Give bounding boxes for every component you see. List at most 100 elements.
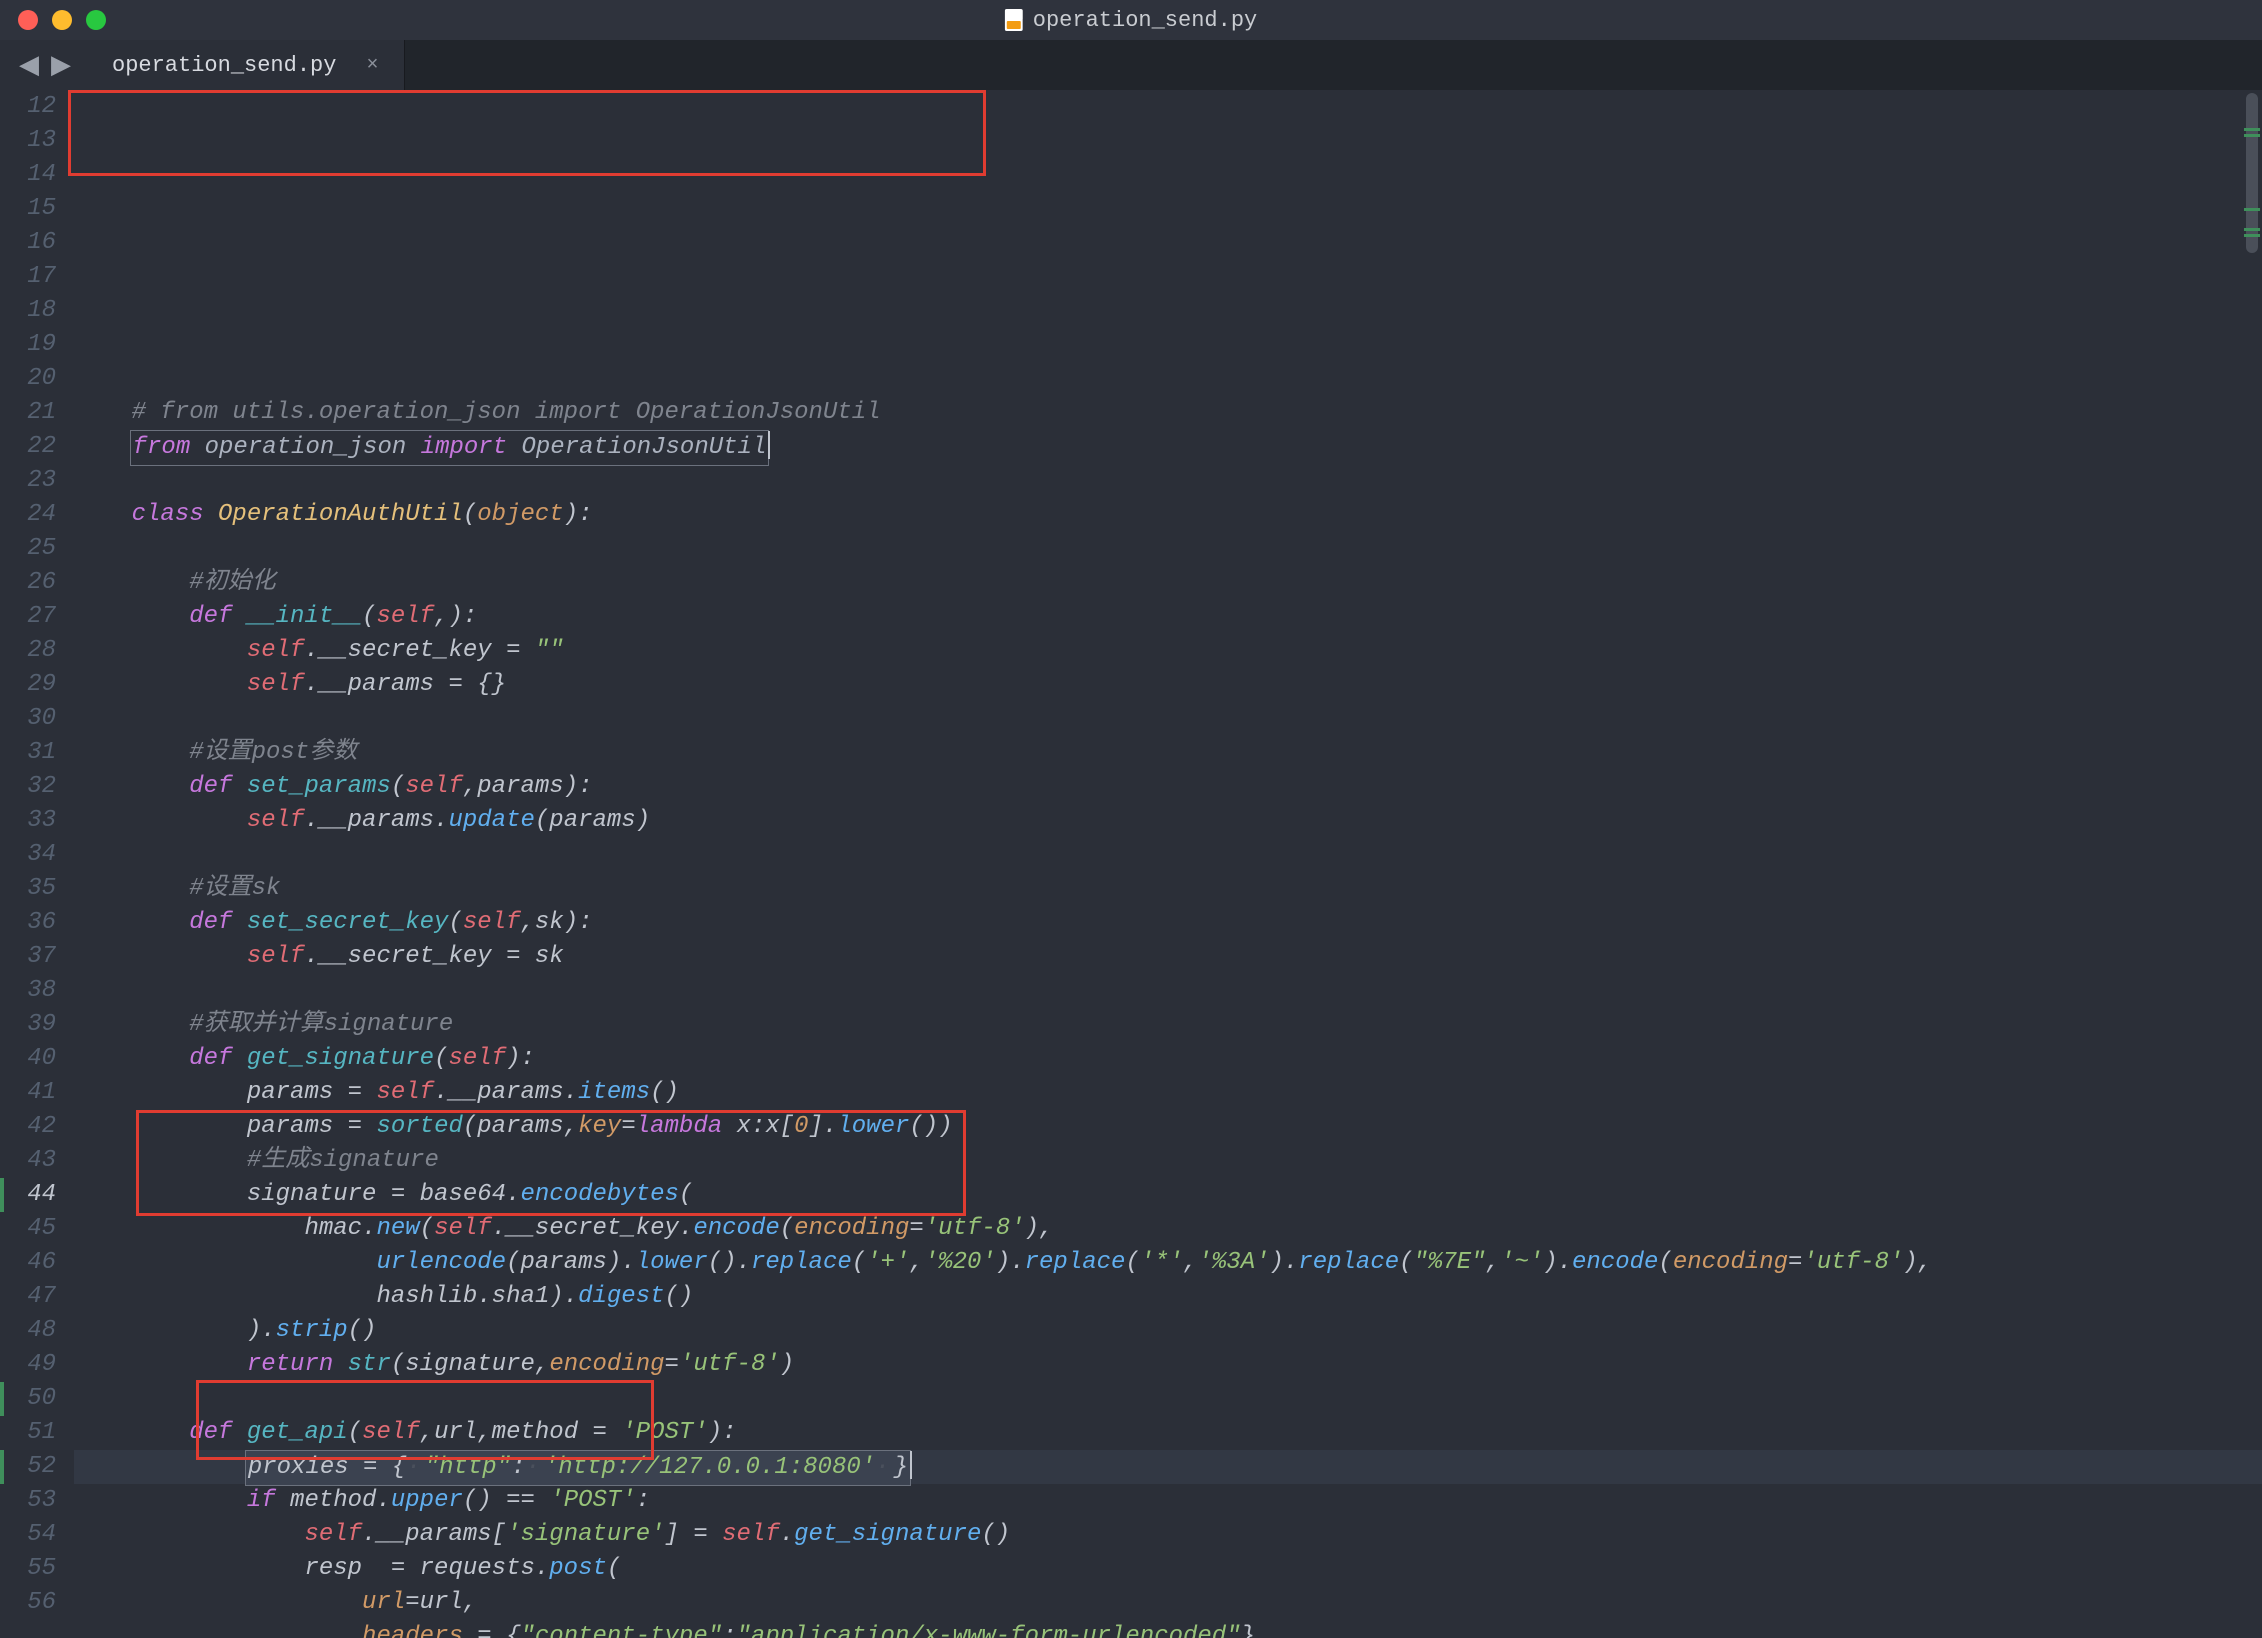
line-number: 34 xyxy=(0,838,56,872)
code-line[interactable]: hmac.new(self.__secret_key.encode(encodi… xyxy=(74,1212,2262,1246)
line-number: 20 xyxy=(0,362,56,396)
line-number: 19 xyxy=(0,328,56,362)
line-number: 17 xyxy=(0,260,56,294)
code-line[interactable]: self.__secret_key = sk xyxy=(74,940,2262,974)
line-number: 44 xyxy=(0,1178,56,1212)
tab-bar: ◀ ▶ operation_send.py × xyxy=(0,40,2262,90)
line-number: 56 xyxy=(0,1586,56,1620)
code-line[interactable] xyxy=(74,838,2262,872)
code-area[interactable]: # from utils.operation_json import Opera… xyxy=(74,90,2262,1638)
zoom-window-button[interactable] xyxy=(86,10,106,30)
code-line[interactable]: ).strip() xyxy=(74,1314,2262,1348)
scroll-marker xyxy=(2244,208,2260,211)
line-number: 38 xyxy=(0,974,56,1008)
line-number: 39 xyxy=(0,1008,56,1042)
line-number: 51 xyxy=(0,1416,56,1450)
code-line[interactable]: proxies = {·"http":·'http://127.0.0.1:80… xyxy=(74,1450,2262,1484)
code-line[interactable] xyxy=(74,702,2262,736)
line-number: 50 xyxy=(0,1382,56,1416)
code-line[interactable]: #设置post参数 xyxy=(74,736,2262,770)
code-line[interactable]: def __init__(self,): xyxy=(74,600,2262,634)
line-number: 22 xyxy=(0,430,56,464)
window-title-text: operation_send.py xyxy=(1033,8,1257,33)
line-number: 14 xyxy=(0,158,56,192)
line-number: 47 xyxy=(0,1280,56,1314)
vertical-scrollbar[interactable] xyxy=(2244,90,2260,1638)
line-number: 15 xyxy=(0,192,56,226)
nav-forward-icon[interactable]: ▶ xyxy=(51,50,71,81)
code-line[interactable]: #初始化 xyxy=(74,566,2262,600)
code-line[interactable]: # from utils.operation_json import Opera… xyxy=(74,396,2262,430)
code-line[interactable]: #生成signature xyxy=(74,1144,2262,1178)
close-icon[interactable]: × xyxy=(366,54,378,77)
window-title: operation_send.py xyxy=(1005,8,1257,33)
nav-back-icon[interactable]: ◀ xyxy=(19,50,39,81)
line-number: 12 xyxy=(0,90,56,124)
line-number: 18 xyxy=(0,294,56,328)
line-number: 36 xyxy=(0,906,56,940)
line-number: 26 xyxy=(0,566,56,600)
annotation-box-1 xyxy=(68,90,986,176)
line-number: 33 xyxy=(0,804,56,838)
code-line[interactable]: def set_secret_key(self,sk): xyxy=(74,906,2262,940)
line-number: 24 xyxy=(0,498,56,532)
code-line[interactable] xyxy=(74,464,2262,498)
scroll-marker xyxy=(2244,228,2260,231)
scroll-marker xyxy=(2244,128,2260,131)
line-number: 48 xyxy=(0,1314,56,1348)
line-number: 25 xyxy=(0,532,56,566)
code-line[interactable]: self.__secret_key = "" xyxy=(74,634,2262,668)
code-line[interactable]: from operation_json import OperationJson… xyxy=(74,430,2262,464)
line-number: 37 xyxy=(0,940,56,974)
line-number: 32 xyxy=(0,770,56,804)
minimize-window-button[interactable] xyxy=(52,10,72,30)
code-line[interactable]: def get_api(self,url,method = 'POST'): xyxy=(74,1416,2262,1450)
code-line[interactable]: return str(signature,encoding='utf-8') xyxy=(74,1348,2262,1382)
tab-label: operation_send.py xyxy=(112,53,336,78)
code-line[interactable]: def get_signature(self): xyxy=(74,1042,2262,1076)
line-number-gutter: 1213141516171819202122232425262728293031… xyxy=(0,90,74,1638)
code-line[interactable]: self.__params['signature'] = self.get_si… xyxy=(74,1518,2262,1552)
code-line[interactable]: resp = requests.post( xyxy=(74,1552,2262,1586)
line-number: 43 xyxy=(0,1144,56,1178)
code-line[interactable] xyxy=(74,974,2262,1008)
code-line[interactable]: url=url, xyxy=(74,1586,2262,1620)
code-line[interactable] xyxy=(74,1382,2262,1416)
code-line[interactable]: urlencode(params).lower().replace('+','%… xyxy=(74,1246,2262,1280)
line-number: 28 xyxy=(0,634,56,668)
code-line[interactable]: headers = {"content-type":"application/x… xyxy=(74,1620,2262,1638)
line-number: 52 xyxy=(0,1450,56,1484)
code-line[interactable]: #获取并计算signature xyxy=(74,1008,2262,1042)
code-line[interactable]: class OperationAuthUtil(object): xyxy=(74,498,2262,532)
line-number: 29 xyxy=(0,668,56,702)
code-line[interactable]: params = sorted(params,key=lambda x:x[0]… xyxy=(74,1110,2262,1144)
scroll-marker xyxy=(2244,234,2260,237)
line-number: 27 xyxy=(0,600,56,634)
line-number: 46 xyxy=(0,1246,56,1280)
code-editor[interactable]: 1213141516171819202122232425262728293031… xyxy=(0,90,2262,1638)
code-line[interactable]: params = self.__params.items() xyxy=(74,1076,2262,1110)
code-line[interactable]: self.__params = {} xyxy=(74,668,2262,702)
code-line[interactable]: hashlib.sha1).digest() xyxy=(74,1280,2262,1314)
line-number: 16 xyxy=(0,226,56,260)
line-number: 31 xyxy=(0,736,56,770)
line-number: 40 xyxy=(0,1042,56,1076)
close-window-button[interactable] xyxy=(18,10,38,30)
code-line[interactable]: def set_params(self,params): xyxy=(74,770,2262,804)
tab-operation-send[interactable]: operation_send.py × xyxy=(90,40,405,90)
code-line[interactable]: #设置sk xyxy=(74,872,2262,906)
line-number: 35 xyxy=(0,872,56,906)
python-file-icon xyxy=(1005,9,1023,31)
line-number: 41 xyxy=(0,1076,56,1110)
code-line[interactable]: if method.upper() == 'POST': xyxy=(74,1484,2262,1518)
window-titlebar: operation_send.py xyxy=(0,0,2262,40)
line-number: 30 xyxy=(0,702,56,736)
line-number: 21 xyxy=(0,396,56,430)
line-number: 45 xyxy=(0,1212,56,1246)
traffic-lights xyxy=(0,10,106,30)
code-line[interactable]: signature = base64.encodebytes( xyxy=(74,1178,2262,1212)
code-line[interactable]: self.__params.update(params) xyxy=(74,804,2262,838)
scroll-marker xyxy=(2244,134,2260,137)
code-line[interactable] xyxy=(74,532,2262,566)
code-line[interactable] xyxy=(74,362,2262,396)
